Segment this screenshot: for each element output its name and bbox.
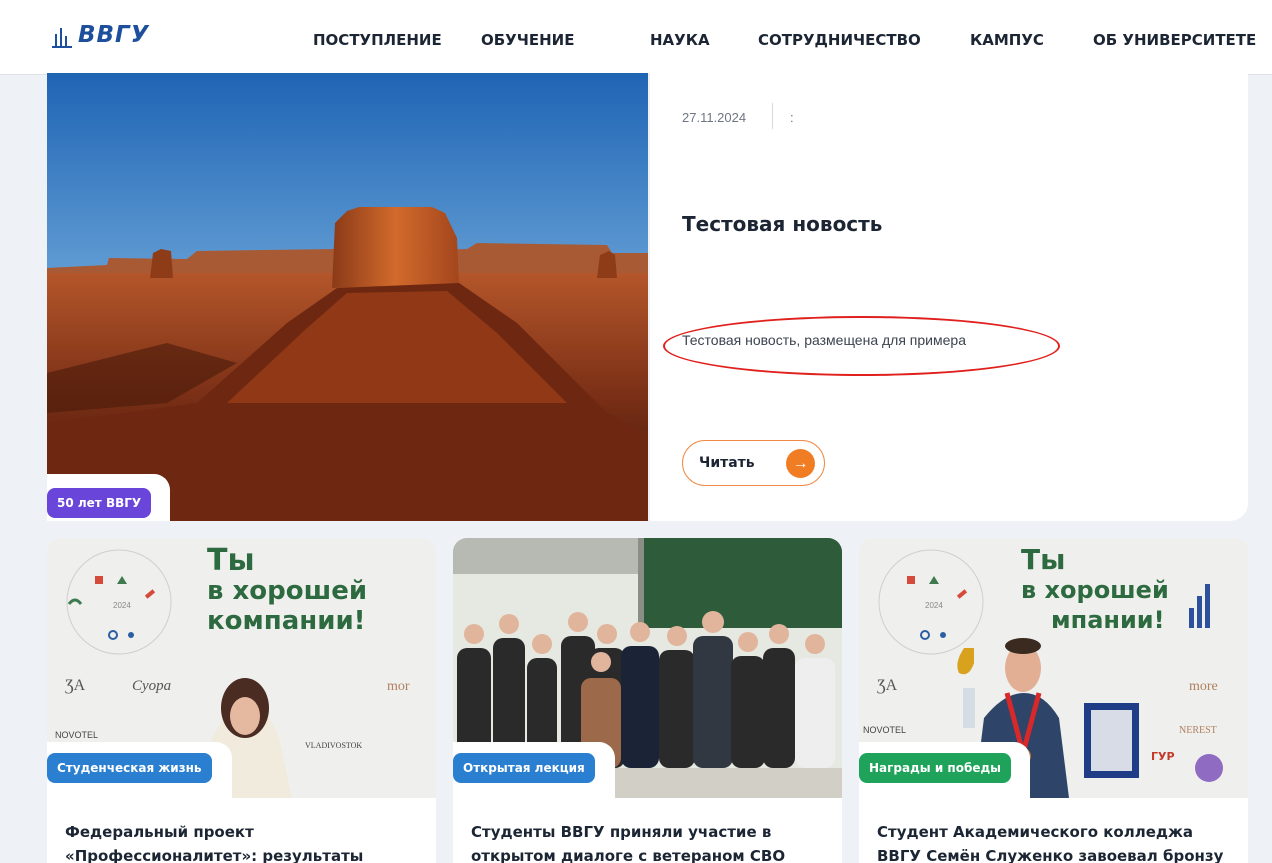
desert-landscape-image bbox=[47, 73, 648, 521]
read-button[interactable]: Читать → bbox=[682, 440, 825, 486]
news-card-body: Студенты ВВГУ приняли участие в открытом… bbox=[453, 798, 842, 863]
news-card-body: Студент Академического колледжа ВВГУ Сем… bbox=[859, 798, 1248, 863]
news-card-body: Федеральный проект «Профессионалитет»: р… bbox=[47, 798, 436, 863]
svg-text:2024: 2024 bbox=[925, 601, 943, 610]
svg-text:NOVOTEL: NOVOTEL bbox=[863, 725, 906, 735]
svg-text:NEREST: NEREST bbox=[1179, 725, 1217, 736]
nav-science[interactable]: НАУКА bbox=[650, 31, 710, 49]
category-tag[interactable]: 50 лет ВВГУ bbox=[47, 488, 152, 518]
poster-headline: компании! bbox=[207, 606, 366, 636]
nav-cooperation[interactable]: СОТРУДНИЧЕСТВО bbox=[758, 31, 921, 49]
svg-text:NOVOTEL: NOVOTEL bbox=[55, 730, 98, 740]
poster-headline: в хорошей bbox=[1021, 576, 1169, 604]
hero-news-image[interactable] bbox=[47, 73, 648, 521]
svg-text:mor: mor bbox=[387, 679, 410, 694]
svg-text:ƷA: ƷA bbox=[65, 677, 86, 694]
poster-headline: мпании! bbox=[1051, 606, 1165, 634]
news-meta: : bbox=[790, 110, 794, 125]
svg-text:2024: 2024 bbox=[113, 601, 131, 610]
svg-text:more: more bbox=[1189, 679, 1218, 694]
hero-tag-notch: 50 лет ВВГУ bbox=[47, 474, 170, 521]
news-card-title[interactable]: Студенты ВВГУ приняли участие в открытом… bbox=[471, 820, 831, 863]
highlight-annotation bbox=[663, 316, 1060, 376]
hero-news-card: 27.11.2024 : Тестовая новость Тестовая н… bbox=[650, 73, 1248, 521]
site-header: ВВГУ ПОСТУПЛЕНИЕ ОБУЧЕНИЕ НАУКА СОТРУДНИ… bbox=[0, 0, 1272, 75]
svg-text:ГУР: ГУР bbox=[1151, 750, 1175, 763]
news-date: 27.11.2024 bbox=[682, 110, 747, 125]
main-nav: ПОСТУПЛЕНИЕ ОБУЧЕНИЕ НАУКА СОТРУДНИЧЕСТВ… bbox=[0, 31, 1272, 53]
card-tag-notch: Открытая лекция bbox=[453, 742, 615, 798]
card-tag-notch: Награды и победы bbox=[859, 742, 1030, 798]
category-tag[interactable]: Студенческая жизнь bbox=[47, 753, 212, 783]
news-card-title[interactable]: Федеральный проект «Профессионалитет»: р… bbox=[65, 820, 425, 863]
svg-text:VLADIVOSTOK: VLADIVOSTOK bbox=[305, 741, 362, 750]
category-tag[interactable]: Открытая лекция bbox=[453, 753, 595, 783]
read-button-label: Читать bbox=[699, 455, 755, 471]
nav-education[interactable]: ОБУЧЕНИЕ bbox=[481, 31, 574, 49]
arrow-right-icon: → bbox=[786, 449, 815, 478]
news-title[interactable]: Тестовая новость bbox=[682, 212, 882, 236]
poster-headline: Ты bbox=[207, 543, 255, 578]
nav-campus[interactable]: КАМПУС bbox=[970, 31, 1044, 49]
svg-text:ƷA: ƷA bbox=[877, 677, 898, 694]
poster-headline: в хорошей bbox=[207, 576, 368, 606]
svg-text:Cyopa: Cyopa bbox=[132, 678, 171, 694]
date-divider bbox=[772, 103, 773, 129]
poster-headline: Ты bbox=[1021, 543, 1066, 576]
news-card-title[interactable]: Студент Академического колледжа ВВГУ Сем… bbox=[877, 820, 1237, 863]
category-tag[interactable]: Награды и победы bbox=[859, 753, 1011, 783]
nav-about[interactable]: ОБ УНИВЕРСИТЕТЕ bbox=[1093, 31, 1256, 49]
card-tag-notch: Студенческая жизнь bbox=[47, 742, 232, 798]
nav-admission[interactable]: ПОСТУПЛЕНИЕ bbox=[313, 31, 442, 49]
